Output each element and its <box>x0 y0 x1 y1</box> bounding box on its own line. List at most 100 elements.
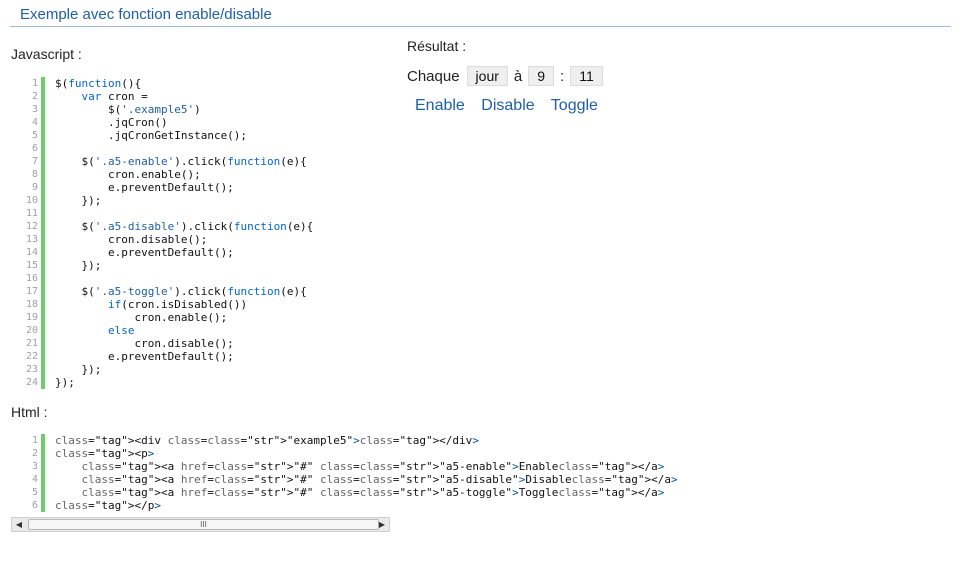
cron-widget: Chaque jour à 9 : 11 <box>407 66 603 86</box>
code-line: 3 $('.example5') <box>24 103 313 116</box>
code-text: $('.a5-enable').click(function(e){ <box>55 155 307 168</box>
gutter-bar <box>41 129 45 142</box>
cron-colon: : <box>560 67 565 85</box>
code-text: $('.a5-toggle').click(function(e){ <box>55 285 307 298</box>
gutter-bar <box>41 181 45 194</box>
code-line: 4 class="tag"><a href=class="str">"#" cl… <box>24 473 678 486</box>
gutter-bar <box>41 447 45 460</box>
code-line: 24}); <box>24 376 313 389</box>
code-line: 23 }); <box>24 363 313 376</box>
code-line: 1 $(function(){ <box>24 77 313 90</box>
code-text: else <box>107 324 135 337</box>
gutter-bar <box>41 220 45 233</box>
code-text: .jqCron() <box>55 116 168 129</box>
action-links: Enable Disable Toggle <box>415 97 610 115</box>
gutter-bar <box>41 499 45 512</box>
code-text: $('.example5') <box>55 103 201 116</box>
line-number: 16 <box>25 273 38 284</box>
line-number: 13 <box>25 234 38 245</box>
code-line: 22 e.preventDefault(); <box>24 350 313 363</box>
code-text: class="tag"><p> <box>55 447 155 460</box>
code-line: 2 var cron = <box>24 90 313 103</box>
scrollbar-thumb[interactable]: III <box>28 519 379 530</box>
code-line: 2 class="tag"><p> <box>24 447 678 460</box>
line-number: 15 <box>25 260 38 271</box>
gutter-bar <box>41 311 45 324</box>
line-number: 21 <box>25 338 38 349</box>
line-number: 6 <box>31 143 38 154</box>
cron-hour-select[interactable]: 9 <box>528 66 555 86</box>
gutter-bar <box>41 324 45 337</box>
gutter-bar <box>41 460 45 473</box>
gutter-bar <box>41 473 45 486</box>
gutter-bar <box>41 486 45 499</box>
line-number: 19 <box>25 312 38 323</box>
code-text: cron.disable(); <box>55 337 234 350</box>
heading-divider <box>10 26 951 27</box>
code-text: e.preventDefault(); <box>55 350 234 363</box>
code-text: cron.enable(); <box>55 311 228 324</box>
gutter-bar <box>41 363 45 376</box>
gutter-bar <box>41 376 45 389</box>
code-text: cron.disable(); <box>55 233 208 246</box>
line-number: 1 <box>31 78 38 89</box>
code-line: 10 }); <box>24 194 313 207</box>
line-number: 18 <box>25 299 38 310</box>
gutter-bar <box>41 194 45 207</box>
code-text: }); <box>55 376 75 389</box>
line-number: 5 <box>31 487 38 498</box>
scroll-right-arrow-icon[interactable]: ▶ <box>375 518 389 531</box>
gutter-bar <box>41 337 45 350</box>
line-number: 4 <box>31 117 38 128</box>
cron-prefix: Chaque <box>407 67 460 85</box>
code-line: 5 class="tag"><a href=class="str">"#" cl… <box>24 486 678 499</box>
code-text: }); <box>55 259 102 272</box>
code-text: $('.a5-disable').click(function(e){ <box>55 220 314 233</box>
cron-minute-select[interactable]: 11 <box>570 66 603 86</box>
code-text: class="tag"><a href=class="str">"#" clas… <box>81 460 665 473</box>
gutter-bar <box>41 434 45 447</box>
line-number: 2 <box>31 448 38 459</box>
gutter-bar <box>41 90 45 103</box>
cron-period-select[interactable]: jour <box>466 66 508 86</box>
code-text: cron.enable(); <box>55 168 201 181</box>
code-line: 4 .jqCron() <box>24 116 313 129</box>
line-number: 7 <box>31 156 38 167</box>
code-line: 14 e.preventDefault(); <box>24 246 313 259</box>
code-text: }); <box>55 194 102 207</box>
code-text: }); <box>55 363 102 376</box>
gutter-bar <box>41 207 45 220</box>
code-line: 15 }); <box>24 259 313 272</box>
disable-link[interactable]: Disable <box>481 97 534 114</box>
code-text: class="tag"><a href=class="str">"#" clas… <box>81 486 665 499</box>
line-number: 20 <box>25 325 38 336</box>
code-line: 3 class="tag"><a href=class="str">"#" cl… <box>24 460 678 473</box>
html-code-block: 1 class="tag"><div class=class="str">"exa… <box>24 434 678 512</box>
code-line: 21 cron.disable(); <box>24 337 313 350</box>
line-number: 12 <box>25 221 38 232</box>
javascript-code-block: 1 $(function(){2 var cron = 3 $('.example5… <box>24 77 313 389</box>
code-line: 6 <box>24 142 313 155</box>
line-number: 9 <box>31 182 38 193</box>
code-text: class="tag"><a href=class="str">"#" clas… <box>81 473 678 486</box>
result-label: Résultat : <box>407 38 467 54</box>
code-line: 17 $('.a5-toggle').click(function(e){ <box>24 285 313 298</box>
gutter-bar <box>41 246 45 259</box>
line-number: 1 <box>31 435 38 446</box>
scroll-left-arrow-icon[interactable]: ◀ <box>12 518 26 531</box>
line-number: 10 <box>25 195 38 206</box>
code-horizontal-scrollbar[interactable]: ◀ III ▶ <box>11 517 390 532</box>
line-number: 8 <box>31 169 38 180</box>
gutter-bar <box>41 103 45 116</box>
gutter-bar <box>41 285 45 298</box>
code-text: class="tag"></p> <box>55 499 161 512</box>
line-number: 6 <box>31 500 38 511</box>
code-line: 5 .jqCronGetInstance(); <box>24 129 313 142</box>
code-text: .jqCronGetInstance(); <box>55 129 248 142</box>
toggle-link[interactable]: Toggle <box>551 97 598 114</box>
code-line: 7 $('.a5-enable').click(function(e){ <box>24 155 313 168</box>
enable-link[interactable]: Enable <box>415 97 465 114</box>
code-line: 18 if(cron.isDisabled()) <box>24 298 313 311</box>
code-line: 16 <box>24 272 313 285</box>
gutter-bar <box>41 142 45 155</box>
